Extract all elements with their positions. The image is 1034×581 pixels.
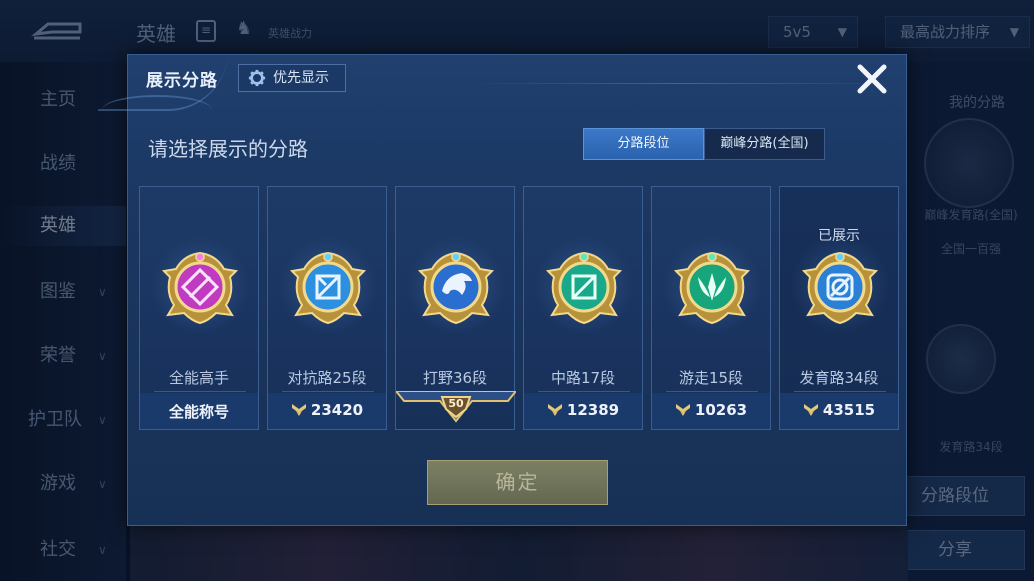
header-swirl-decoration [102, 95, 212, 125]
card-divider [538, 391, 630, 392]
priority-display-label: 优先显示 [273, 70, 329, 86]
card-divider [282, 391, 374, 392]
lane-display-dialog: 展示分路 优先显示 请选择展示的分路 分路段位 巅峰分路(全国) 全能高手 全能… [98, 54, 907, 526]
lane-score: 23420 [268, 401, 386, 419]
tab-lane-rank[interactable]: 分路段位 [583, 128, 704, 160]
lane-card-roam[interactable]: 游走15段 10263 [651, 186, 771, 430]
header-divider [468, 83, 898, 84]
lane-name: 中路17段 [550, 369, 616, 387]
rank-chevron-icon [547, 404, 562, 416]
lane-name: 对抗路25段 [287, 369, 367, 387]
lane-score-value: 12389 [566, 401, 620, 419]
clash-lane-emblem-icon [289, 251, 367, 325]
lane-card-jungle[interactable]: 打野36段 50 [395, 186, 516, 430]
lane-name: 打野36段 [422, 369, 488, 387]
card-divider [666, 391, 758, 392]
lane-card-mid[interactable]: 中路17段 12389 [523, 186, 643, 430]
mid-lane-emblem-icon [545, 251, 623, 325]
rank-chevron-icon [291, 404, 306, 416]
card-divider [794, 391, 886, 392]
lane-score: 全能称号 [168, 403, 229, 421]
star-count: 50 [448, 397, 464, 410]
gear-icon [248, 69, 266, 87]
priority-display-button[interactable]: 优先显示 [238, 64, 346, 92]
lane-name: 全能高手 [168, 369, 229, 387]
lane-score-value: 23420 [310, 401, 364, 419]
lane-score-value: 43515 [822, 401, 876, 419]
dialog-subtitle: 请选择展示的分路 [148, 137, 308, 161]
lane-card-clash[interactable]: 对抗路25段 23420 [267, 186, 387, 430]
close-icon[interactable] [854, 61, 890, 97]
rank-chevron-icon [803, 404, 818, 416]
lane-card-all-round[interactable]: 全能高手 全能称号 [139, 186, 259, 430]
lane-score-value: 10263 [694, 401, 748, 419]
tab-peak-lane-national[interactable]: 巅峰分路(全国) [704, 128, 825, 160]
lane-score: 43515 [780, 401, 898, 419]
lane-score: 10263 [652, 401, 770, 419]
farm-lane-emblem-icon [801, 251, 879, 325]
lane-score: 12389 [524, 401, 642, 419]
rank-chevron-icon [675, 404, 690, 416]
roam-emblem-icon [673, 251, 751, 325]
lane-name: 游走15段 [678, 369, 744, 387]
all-round-emblem-icon [161, 251, 239, 325]
dialog-title: 展示分路 [146, 71, 218, 91]
lane-name: 发育路34段 [799, 369, 879, 387]
jungle-emblem-icon [417, 251, 495, 325]
confirm-button[interactable]: 确定 [427, 460, 608, 505]
card-divider [154, 391, 246, 392]
lane-card-farm[interactable]: 已展示 发育路34段 43515 [779, 186, 899, 430]
